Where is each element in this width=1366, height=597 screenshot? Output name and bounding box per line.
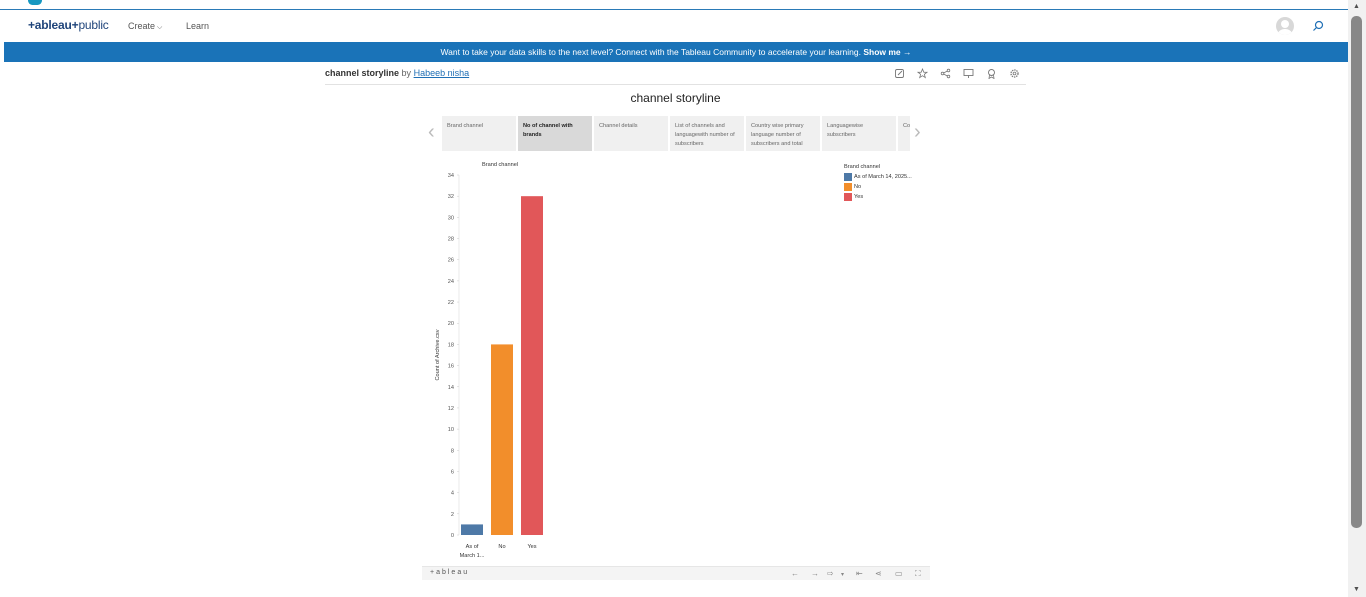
y-tick-label: 18 <box>448 342 454 348</box>
legend-label: As of March 14, 2025... <box>854 174 912 180</box>
legend-label: No <box>854 184 862 190</box>
y-tick-label: 4 <box>451 491 454 497</box>
chart-legend: Brand channel As of March 14, 2025... No… <box>844 164 912 203</box>
story-nav: Brand channel No of channel with brands … <box>442 116 910 151</box>
legend-item[interactable]: Yes <box>844 193 912 201</box>
cloud-icon <box>28 0 42 5</box>
nav-create-label: Create <box>128 21 156 31</box>
viz-toolbar: +ableau ← → ⇨ ▾ ⇤ ⋖ ▭ ⛶ <box>422 566 930 580</box>
share-icon[interactable]: ⋖ <box>875 569 882 578</box>
legend-title: Brand channel <box>844 164 881 170</box>
chevron-right-icon[interactable]: › <box>914 121 921 144</box>
x-tick-label: March 1... <box>460 553 485 559</box>
avatar-head <box>1281 20 1289 28</box>
chevron-down-icon[interactable]: ▾ <box>841 571 844 578</box>
y-tick-label: 32 <box>448 194 454 200</box>
community-banner[interactable]: Want to take your data skills to the nex… <box>4 42 1348 62</box>
chevron-left-icon[interactable]: ‹ <box>428 121 435 144</box>
y-tick-label: 10 <box>448 427 454 433</box>
gear-icon[interactable] <box>1009 68 1020 79</box>
x-tick-label: No <box>498 544 505 550</box>
y-tick-label: 14 <box>448 385 454 391</box>
logo-suffix: public <box>78 18 109 32</box>
salesforce-strip: salesforce <box>0 0 1366 10</box>
scroll-down-icon[interactable]: ▼ <box>1353 586 1360 593</box>
story-point[interactable]: Channel details <box>594 116 668 151</box>
story-point[interactable]: Country wise primary language number of … <box>746 116 820 151</box>
revert-icon[interactable]: ⇨ <box>827 569 834 578</box>
story-point[interactable]: Co su <box>898 116 910 151</box>
chart-title: Brand channel <box>482 162 519 168</box>
bar[interactable] <box>521 196 543 536</box>
legend-swatch <box>844 183 852 191</box>
story-point[interactable]: Languagewise subscribers <box>822 116 896 151</box>
bar[interactable] <box>461 524 483 535</box>
y-tick-label: 28 <box>448 237 454 243</box>
chevron-down-icon: ⌵ <box>157 24 163 31</box>
x-tick-label: As of <box>466 544 479 550</box>
y-tick-label: 12 <box>448 406 454 412</box>
top-nav: +ableau+public Create ⌵ Learn <box>0 11 1348 42</box>
bar-chart: 0246810121416182022242628303234Count of … <box>435 173 543 559</box>
nav-create[interactable]: Create ⌵ <box>128 21 162 32</box>
legend-label: Yes <box>854 194 864 200</box>
y-tick-label: 34 <box>448 173 454 179</box>
fullscreen-icon[interactable]: ⛶ <box>915 569 921 579</box>
story-title: channel storyline <box>630 91 721 105</box>
edit-icon[interactable] <box>894 68 905 79</box>
story-point-active[interactable]: No of channel with brands <box>518 116 592 151</box>
viz-title-text: channel storyline <box>325 68 400 78</box>
story-point[interactable]: List of channels and languagewith number… <box>670 116 744 151</box>
present-icon[interactable] <box>963 68 974 79</box>
legend-item[interactable]: No <box>844 183 912 191</box>
y-tick-label: 0 <box>451 533 454 539</box>
tableau-footer-logo[interactable]: +ableau <box>430 569 469 576</box>
y-tick-label: 6 <box>451 469 454 475</box>
viz-title: channel storyline by Habeeb nisha <box>325 68 469 78</box>
legend-swatch <box>844 173 852 181</box>
search-icon[interactable] <box>1312 20 1324 32</box>
star-icon[interactable] <box>917 68 928 79</box>
author-link[interactable]: Habeeb nisha <box>414 68 470 78</box>
y-tick-label: 24 <box>448 279 454 285</box>
avatar[interactable] <box>1276 17 1294 35</box>
viz-by: by <box>401 68 412 78</box>
salesforce-logo[interactable]: salesforce <box>28 0 75 8</box>
share-icon[interactable] <box>940 68 951 79</box>
story-point[interactable]: Brand channel <box>442 116 516 151</box>
viz-header: channel storyline by Habeeb nisha <box>325 64 1026 85</box>
y-tick-label: 30 <box>448 215 454 221</box>
banner-link[interactable]: Show me → <box>863 47 911 57</box>
redo-icon[interactable]: → <box>811 569 819 578</box>
scroll-thumb[interactable] <box>1351 16 1362 528</box>
page-scrollbar[interactable]: ▲ ▼ <box>1348 0 1366 597</box>
y-tick-label: 22 <box>448 300 454 306</box>
nav-learn[interactable]: Learn <box>186 21 209 31</box>
comment-icon[interactable]: ▭ <box>895 569 903 578</box>
scroll-up-icon[interactable]: ▲ <box>1353 3 1360 10</box>
y-tick-label: 26 <box>448 258 454 264</box>
y-tick-label: 2 <box>451 512 454 518</box>
undo-icon[interactable]: ← <box>791 569 799 578</box>
y-tick-label: 16 <box>448 364 454 370</box>
bar[interactable] <box>491 344 513 535</box>
reset-icon[interactable]: ⇤ <box>856 569 863 578</box>
x-tick-label: Yes <box>527 544 536 550</box>
y-axis-title: Count of Archive.csv <box>435 329 441 380</box>
y-tick-label: 20 <box>448 321 454 327</box>
legend-item[interactable]: As of March 14, 2025... <box>844 173 912 181</box>
y-tick-label: 8 <box>451 448 454 454</box>
logo-text: +ableau <box>28 18 72 32</box>
legend-swatch <box>844 193 852 201</box>
salesforce-label: salesforce <box>43 0 75 2</box>
avatar-body <box>1278 29 1292 35</box>
badge-icon[interactable] <box>986 68 997 79</box>
banner-text: Want to take your data skills to the nex… <box>440 47 861 57</box>
tableau-public-logo[interactable]: +ableau+public <box>28 18 109 32</box>
